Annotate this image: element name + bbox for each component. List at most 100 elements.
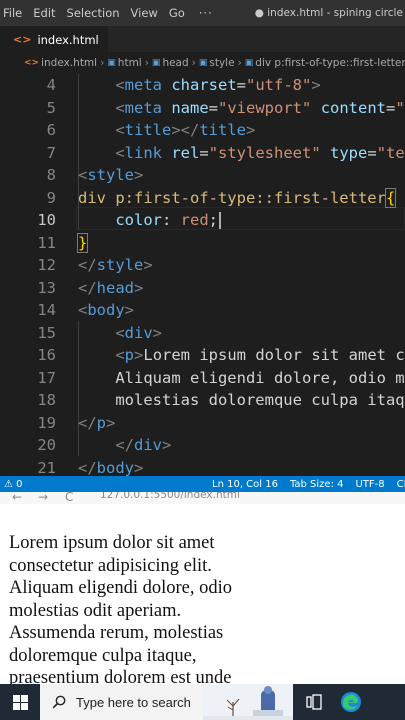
code-line[interactable]: 9 div p:first-of-type::first-letter{ [0, 187, 405, 210]
address-bar[interactable]: 127.0.0.1:5500/index.html [100, 492, 240, 501]
code-line[interactable]: 6 <title></title> [0, 119, 405, 142]
menu-view[interactable]: View [126, 6, 164, 20]
start-button[interactable] [0, 684, 40, 720]
breadcrumb-item-style[interactable]: style [209, 57, 234, 69]
chevron-right-icon: › [144, 57, 149, 69]
code-line[interactable]: 16 <p>Lorem ipsum dolor sit amet co [0, 344, 405, 367]
code-line[interactable]: 18 molestias doloremque culpa itaqu [0, 389, 405, 412]
line-number: 10 [37, 211, 56, 229]
breadcrumb-item-file[interactable]: index.html [41, 57, 97, 69]
line-number: 4 [46, 76, 56, 94]
code-line[interactable]: 7 <link rel="stylesheet" type="tex [0, 142, 405, 165]
chevron-right-icon: › [237, 57, 242, 69]
edge-browser-button[interactable] [331, 684, 371, 720]
code-text: <div> [78, 323, 163, 342]
search-placeholder: Type here to search [76, 694, 191, 710]
code-line[interactable]: 20 </div> [0, 434, 405, 457]
html-file-icon: <> [24, 58, 40, 68]
code-text: <meta name="viewport" content="w [78, 98, 405, 117]
search-icon [52, 695, 66, 709]
element-icon: ▣ [151, 58, 161, 68]
menu-file[interactable]: File [0, 6, 28, 20]
line-number: 17 [37, 368, 56, 387]
problems-indicator[interactable]: ⚠ 0 [4, 479, 23, 490]
tab-size[interactable]: Tab Size: 4 [290, 479, 344, 490]
line-number: 9 [46, 188, 56, 207]
forward-arrow-icon[interactable]: → [38, 492, 48, 504]
reload-icon[interactable]: C [65, 492, 73, 504]
code-text: </style> [78, 256, 153, 274]
line-number: 19 [37, 413, 56, 432]
code-line[interactable]: 11} [0, 232, 405, 255]
menu-go[interactable]: Go [164, 6, 191, 20]
browser-toolbar: ← → C 127.0.0.1:5500/index.html [0, 492, 405, 504]
back-arrow-icon[interactable]: ← [12, 492, 22, 504]
line-number: 18 [37, 391, 56, 409]
chevron-right-icon: › [100, 57, 105, 69]
menu-selection[interactable]: Selection [62, 6, 126, 20]
code-line[interactable]: 19 </p> [0, 412, 405, 435]
line-number: 20 [37, 436, 56, 454]
task-view-icon [306, 694, 322, 710]
code-text: molestias doloremque culpa itaqu [78, 391, 405, 409]
edge-browser-icon [341, 692, 361, 712]
end-of-line[interactable]: CRLF [397, 479, 405, 490]
code-text: <body> [78, 301, 135, 319]
code-line[interactable]: 8 <style> [0, 164, 405, 187]
cursor-position[interactable]: Ln 10, Col 16 [212, 479, 278, 490]
line-number: 11 [37, 233, 56, 252]
code-line[interactable]: 15 <div> [0, 322, 405, 345]
editor-tab-bar: <> index.html [0, 26, 405, 52]
tab-label: index.html [37, 32, 99, 47]
breadcrumb: <> index.html › ▣ html › ▣ head › ▣ styl… [0, 52, 405, 74]
menu-edit[interactable]: Edit [28, 6, 61, 20]
menu-overflow-icon[interactable]: ··· [191, 6, 221, 20]
code-line[interactable]: 14 <body> [0, 299, 405, 322]
line-number: 16 [37, 346, 56, 364]
browser-page: Lorem ipsum dolor sit amet consectetur a… [0, 504, 405, 684]
html-file-icon: <> [13, 33, 32, 46]
line-number: 6 [46, 121, 56, 139]
code-line[interactable]: 17 Aliquam eligendi dolore, odio mo [0, 367, 405, 390]
code-text: <title></title> [78, 121, 256, 139]
menu-bar: File Edit Selection View Go ··· ● index.… [0, 0, 405, 26]
code-line[interactable]: 21 </body> [0, 457, 405, 477]
window-title: ● index.html - spining circle - Vis... [254, 7, 405, 19]
code-text: } [76, 232, 89, 253]
line-number: 14 [37, 301, 56, 319]
line-number: 15 [37, 323, 56, 342]
code-line[interactable]: 10 color: red; [0, 209, 405, 232]
code-text: <style> [78, 166, 144, 184]
breadcrumb-item-head[interactable]: head [162, 57, 188, 69]
code-line[interactable]: 13 </head> [0, 277, 405, 300]
line-number: 13 [37, 278, 56, 297]
page-paragraph: Lorem ipsum dolor sit amet consectetur a… [9, 533, 232, 684]
code-editor[interactable]: 4 <meta charset="utf-8"> 5 <meta name="vi… [0, 74, 405, 476]
task-view-button[interactable] [297, 684, 331, 720]
line-number: 21 [37, 458, 56, 477]
search-highlight-illustration [203, 684, 293, 720]
text-cursor [219, 212, 221, 229]
line-number: 7 [46, 143, 56, 162]
code-text: </body> [78, 458, 144, 477]
windows-logo-icon [12, 694, 28, 710]
code-line[interactable]: 4 <meta charset="utf-8"> [0, 74, 405, 97]
line-number: 12 [37, 256, 56, 274]
taskbar: Type here to search [0, 684, 405, 720]
tab-index-html[interactable]: <> index.html [0, 26, 108, 52]
line-number: 8 [46, 166, 56, 184]
element-icon: ▣ [107, 58, 116, 68]
element-icon: ▣ [198, 58, 208, 68]
code-text: div p:first-of-type::first-letter{ [78, 187, 397, 208]
code-text: <meta charset="utf-8"> [78, 76, 321, 94]
code-line[interactable]: 12 </style> [0, 254, 405, 277]
breadcrumb-item-selector[interactable]: div p:first-of-type::first-letter [255, 57, 405, 69]
code-text: color: red; [78, 209, 221, 232]
status-bar: ⚠ 0 Ln 10, Col 16 Tab Size: 4 UTF-8 CRLF [0, 476, 405, 492]
code-text: <link rel="stylesheet" type="tex [78, 143, 405, 162]
code-text: Aliquam eligendi dolore, odio mo [78, 368, 405, 387]
code-line[interactable]: 5 <meta name="viewport" content="w [0, 97, 405, 120]
taskbar-search[interactable]: Type here to search [40, 684, 293, 720]
breadcrumb-item-html[interactable]: html [118, 57, 142, 69]
file-encoding[interactable]: UTF-8 [356, 479, 385, 490]
